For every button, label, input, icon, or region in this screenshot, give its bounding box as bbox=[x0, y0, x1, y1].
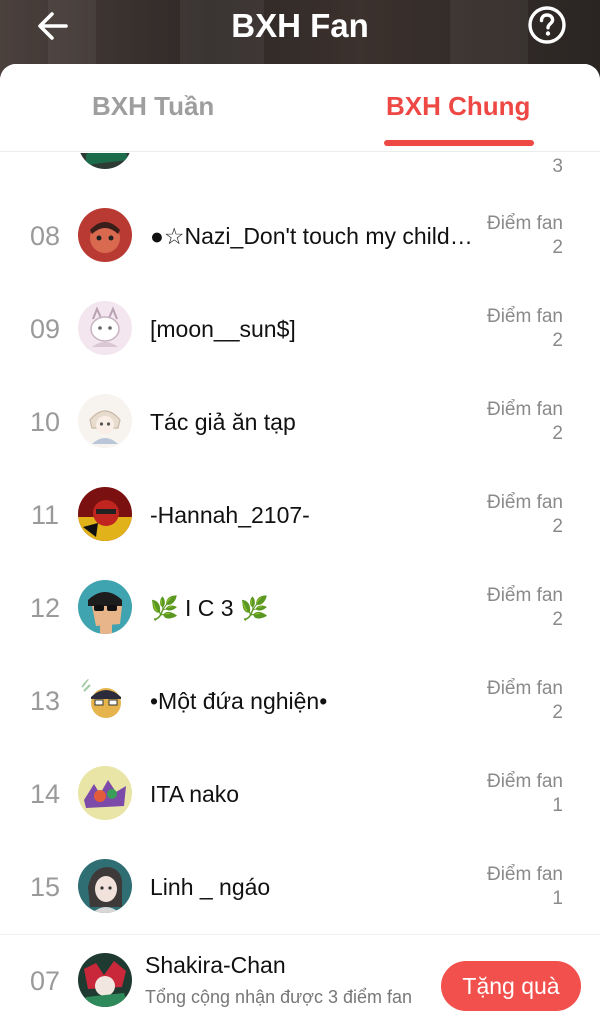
tab-weekly[interactable]: BXH Tuần bbox=[92, 88, 214, 124]
avatar bbox=[78, 394, 132, 448]
rank-number: 14 bbox=[29, 779, 61, 809]
list-item[interactable]: 12 🌿 I C 3 🌿 Điểm fan 2 bbox=[0, 561, 600, 654]
fan-score-label: Điểm fan bbox=[486, 678, 563, 699]
username: [moon__sun$] bbox=[150, 316, 296, 342]
fan-score-value: 1 bbox=[552, 888, 563, 909]
my-total-points: Tổng cộng nhận được 3 điểm fan bbox=[145, 987, 413, 1007]
username: Tác giả ăn tạp bbox=[150, 409, 296, 435]
username: 🌿 I C 3 🌿 bbox=[150, 595, 269, 621]
fan-score-label: Điểm fan bbox=[486, 213, 563, 234]
my-username: Shakira-Chan bbox=[145, 952, 286, 978]
list-item[interactable]: 07 3 bbox=[0, 153, 600, 189]
fan-score-value: 2 bbox=[552, 609, 563, 630]
username: Linh _ ngáo bbox=[150, 874, 271, 900]
rank-number: 09 bbox=[29, 314, 61, 344]
list-item[interactable]: 14 ITA nako Điểm fan 1 bbox=[0, 747, 600, 840]
avatar bbox=[78, 487, 132, 541]
fan-score-label: Điểm fan bbox=[486, 306, 563, 327]
avatar bbox=[78, 301, 132, 355]
fan-score-value: 2 bbox=[552, 237, 563, 258]
list-item[interactable]: 15 Linh _ ngáo Điểm fan 1 bbox=[0, 840, 600, 933]
list-item[interactable]: 09 [moon__sun$] Điểm fan 2 bbox=[0, 282, 600, 375]
rank-number: 15 bbox=[29, 872, 61, 902]
avatar bbox=[78, 153, 132, 169]
avatar bbox=[78, 580, 132, 634]
fan-score-value: 1 bbox=[552, 795, 563, 816]
tab-overall[interactable]: BXH Chung bbox=[386, 88, 530, 124]
tab-bar: BXH Tuần BXH Chung bbox=[0, 64, 600, 152]
fan-score-value: 2 bbox=[552, 516, 563, 537]
username: •Một đứa nghiện• bbox=[150, 688, 328, 714]
send-gift-button[interactable]: Tặng quà bbox=[441, 961, 581, 1011]
rank-number: 10 bbox=[29, 407, 61, 437]
fan-score-label: Điểm fan bbox=[486, 585, 563, 606]
fan-score-value: 3 bbox=[552, 156, 563, 177]
my-avatar bbox=[78, 953, 132, 1007]
rank-number: 08 bbox=[29, 221, 61, 251]
rank-number: 07 bbox=[22, 153, 68, 158]
avatar bbox=[78, 859, 132, 913]
fan-score-label: Điểm fan bbox=[486, 399, 563, 420]
fan-ranking-list[interactable]: 07 3 08 ●☆Nazi_Don't touch my children☆●… bbox=[0, 153, 600, 934]
fan-score-label: Điểm fan bbox=[486, 492, 563, 513]
my-ranking-bar: 07 Shakira-Chan Tổng cộng nhận được 3 đi… bbox=[0, 934, 600, 1024]
rank-number: 13 bbox=[29, 686, 61, 716]
avatar bbox=[78, 766, 132, 820]
username: -Hannah_2107- bbox=[150, 502, 310, 528]
username: ●☆Nazi_Don't touch my children☆● bbox=[150, 223, 476, 249]
page-title: BXH Fan bbox=[231, 7, 369, 44]
active-tab-indicator bbox=[384, 140, 534, 146]
list-item[interactable]: 10 Tác giả ăn tạp Điểm fan 2 bbox=[0, 375, 600, 468]
avatar bbox=[78, 208, 132, 262]
avatar bbox=[78, 673, 132, 727]
my-rank-number: 07 bbox=[29, 966, 61, 996]
list-item[interactable]: 11 -Hannah_2107- Điểm fan 2 bbox=[0, 468, 600, 561]
leaderboard-sheet: BXH Tuần BXH Chung 07 3 08 ●☆Nazi_Don't … bbox=[0, 64, 600, 1024]
fan-score-value: 2 bbox=[552, 330, 563, 351]
list-item[interactable]: 13 •Một đứa nghiện• Điểm fan 2 bbox=[0, 654, 600, 747]
fan-score-value: 2 bbox=[552, 702, 563, 723]
fan-score-label: Điểm fan bbox=[486, 864, 563, 885]
question-circle-icon bbox=[528, 6, 566, 44]
rank-number: 11 bbox=[30, 500, 60, 530]
list-item[interactable]: 08 ●☆Nazi_Don't touch my children☆● Điểm… bbox=[0, 189, 600, 282]
fan-score-label: Điểm fan bbox=[486, 771, 563, 792]
help-button[interactable] bbox=[526, 4, 568, 46]
fan-score-value: 2 bbox=[552, 423, 563, 444]
rank-number: 12 bbox=[29, 593, 61, 623]
username: ITA nako bbox=[150, 781, 240, 807]
